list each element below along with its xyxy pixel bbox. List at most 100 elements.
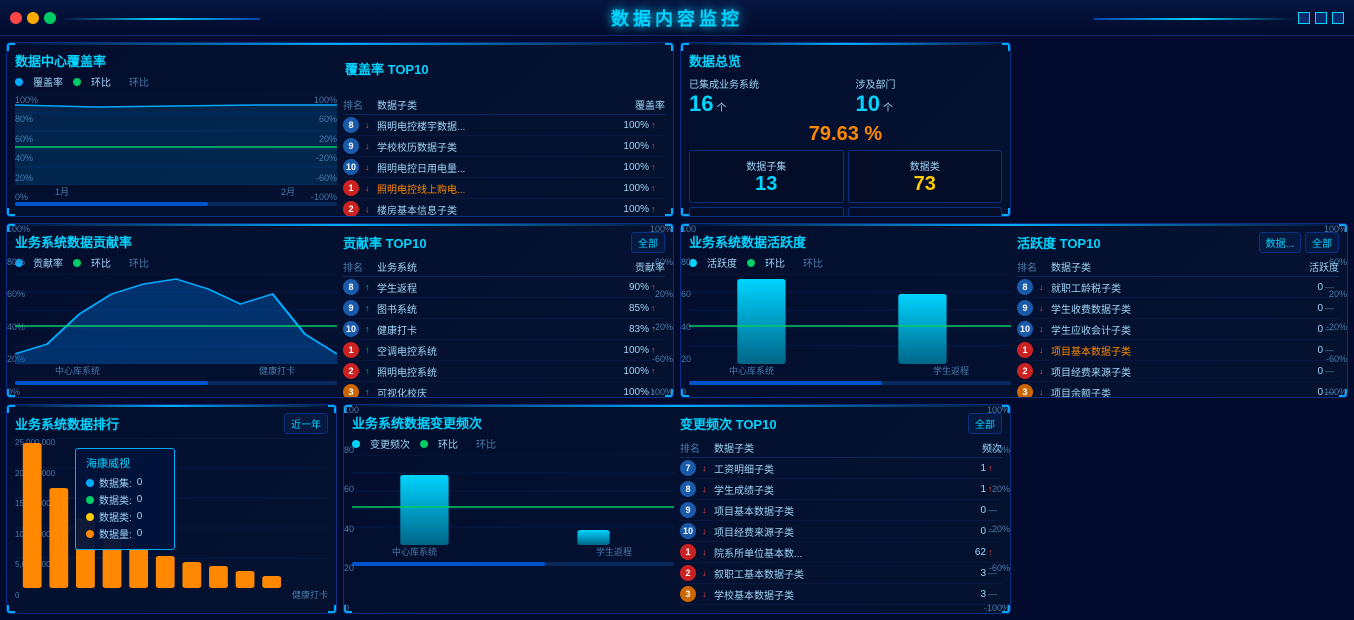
changes-scrollbar[interactable] <box>352 562 674 566</box>
contribution-xaxis-1: 健康打卡 <box>259 364 295 377</box>
activity-huanbi-dot <box>747 259 755 267</box>
data-card-subtype: 子类 <box>689 207 844 217</box>
trend-up-icon: ↑ <box>651 204 656 214</box>
rank-cell: 10 <box>1017 321 1039 337</box>
data-card-type: 数据类 73 <box>848 150 1003 203</box>
window-controls <box>10 12 56 24</box>
arrow-cell: ↓ <box>1039 282 1051 292</box>
tooltip-value: 0 <box>137 511 143 522</box>
rank-cell: 1 <box>1017 342 1039 358</box>
rank-cell: 9 <box>1017 300 1039 316</box>
coverage-panel-header: 数据中心覆盖率 覆盖率 环比 环比 覆盖率 TOP10 <box>15 51 665 89</box>
val-cell: 100% <box>614 120 649 131</box>
sq1 <box>1298 12 1310 24</box>
col-spacer <box>365 97 377 112</box>
legend-coverage-label: 覆盖率 <box>33 74 63 89</box>
name-cell: 叙职工基本数据子类 <box>714 566 951 581</box>
rank-badge: 2 <box>343 363 359 379</box>
activity-scrollbar[interactable] <box>689 381 1011 385</box>
tooltip-item: 数据集: 0 <box>86 475 164 490</box>
table-row: 2 ↓ 叙职工基本数据子类 3 — <box>680 563 1002 584</box>
changes-panel: 业务系统数据变更频次 变更频次 环比 环比 100806040200 <box>343 404 1011 614</box>
arrow-up-icon: ↓ <box>1039 366 1044 376</box>
arrow-cell: ↓ <box>365 204 377 214</box>
name-cell: 项目经费来源子类 <box>1051 364 1288 379</box>
arrow-up-icon: ↓ <box>365 162 370 172</box>
changes-yaxis-right: 100%60%20%-20%-60%-100% <box>970 405 1010 613</box>
arrow-up-icon: ↓ <box>365 120 370 130</box>
coverage-scrollbar[interactable] <box>15 202 337 206</box>
table-row: 1 ↑ 空调电控系统 100% ↑ <box>343 340 665 361</box>
arrow-up-icon: ↓ <box>1039 282 1044 292</box>
rank-cell: 1 <box>343 342 365 358</box>
rank-cell: 7 <box>680 460 702 476</box>
integrated-stat: 已集成业务系统 16 个 <box>689 76 836 117</box>
table-row: 1 ↓ 院系所单位基本数... 62 ↑ <box>680 542 1002 563</box>
arrow-cell: ↑ <box>365 345 377 355</box>
ranking-title: 业务系统数据排行 <box>15 414 119 433</box>
rank-badge: 8 <box>1017 279 1033 295</box>
coverage-pct: 79.63 % <box>689 123 1002 146</box>
arrow-cell: ↓ <box>702 568 714 578</box>
tooltip-dot <box>86 530 94 538</box>
rank-cell: 9 <box>343 300 365 316</box>
trend-up-icon: ↑ <box>651 141 656 151</box>
data-overview-title: 数据总览 <box>689 51 1002 70</box>
coverage-top10-rows: 8 ↓ 照明电控楼宇数据... 100% ↑ 9 ↓ 学校校历数据子类 100%… <box>343 115 665 217</box>
tooltip-label: 数据集: <box>99 475 132 490</box>
name-cell: 空调电控系统 <box>377 343 614 358</box>
coverage-title: 数据中心覆盖率 <box>15 51 106 70</box>
changes-chart-svg <box>352 455 674 545</box>
data-card-type-label: 数据类 <box>910 158 940 173</box>
data-cards: 数据子集 13 数据类 73 子类 数据 320 <box>689 150 1002 217</box>
arrow-up-icon: ↓ <box>1039 324 1044 334</box>
top-bar: 数据内容监控 <box>0 0 1354 36</box>
changes-top10-title: 变更频次 TOP10 <box>680 414 777 433</box>
table-row: 1 ↓ 项目基本数据子类 0 — <box>1017 340 1339 361</box>
activity-top10-header: 排名 数据子类 活跃度 <box>1017 257 1339 277</box>
activity-dropdown1[interactable]: 数据... <box>1259 232 1301 253</box>
trend-up-icon: ↑ <box>651 120 656 130</box>
tooltip-item: 数据类: 0 <box>86 509 164 524</box>
arrow-cell: ↓ <box>1039 324 1051 334</box>
rank-badge: 10 <box>680 523 696 539</box>
arrow-cell: ↓ <box>702 589 714 599</box>
rank-cell: 10 <box>343 321 365 337</box>
xaxis-feb: 2月 <box>281 185 295 198</box>
table-row: 3 ↓ 项目余额子类 0 — <box>1017 382 1339 398</box>
tooltip-value: 0 <box>137 477 143 488</box>
header-line-right <box>1094 18 1294 20</box>
arrow-up-icon: ↓ <box>1039 303 1044 313</box>
rank-cell: 2 <box>680 565 702 581</box>
rank-badge: 1 <box>343 180 359 196</box>
activity-top10-rows: 8 ↓ 就职工龄税子类 0 — 9 ↓ 学生收费数据子类 0 — 10 ↓ 学生… <box>1017 277 1339 398</box>
coverage-legend: 覆盖率 环比 环比 <box>15 74 149 89</box>
arrow-down-icon: ↑ <box>365 303 370 313</box>
contribution-scrollbar[interactable] <box>15 381 337 385</box>
changes-xaxis-0: 中心库系统 <box>392 545 437 558</box>
arrow-cell: ↓ <box>702 505 714 515</box>
rank-badge: 9 <box>343 138 359 154</box>
dot-yellow <box>27 12 39 24</box>
ranking-dropdown[interactable]: 近一年 <box>284 413 328 434</box>
arrow-cell: ↑ <box>365 303 377 313</box>
changes-huanbi: 环比 <box>476 436 496 451</box>
arrow-cell: ↓ <box>702 547 714 557</box>
rank-cell: 2 <box>343 363 365 379</box>
contribution-top10-title: 贡献率 TOP10 <box>343 233 427 252</box>
name-cell: 图书系统 <box>377 301 614 316</box>
name-cell: 健康打卡 <box>377 322 614 337</box>
name-cell: 就职工龄税子类 <box>1051 280 1288 295</box>
integrated-unit: 个 <box>716 99 726 114</box>
name-cell: 照明电控日用电量... <box>377 160 614 175</box>
arrow-up-icon: ↓ <box>365 183 370 193</box>
name-cell: 院系所单位基本数... <box>714 545 951 560</box>
table-row: 8 ↓ 就职工龄税子类 0 — <box>1017 277 1339 298</box>
table-row: 1 ↓ 照明电控线上购电... 100% ↑ <box>343 178 665 199</box>
coverage-chart-svg <box>15 95 337 185</box>
table-row: 9 ↓ 学校校历数据子类 100% ↑ <box>343 136 665 157</box>
changes-top10-header: 排名 数据子类 频次 <box>680 438 1002 458</box>
rank-cell: 9 <box>680 502 702 518</box>
contribution-xaxis: 中心库系统 健康打卡 <box>15 364 337 377</box>
col-val-header: 覆盖率 <box>630 97 665 112</box>
